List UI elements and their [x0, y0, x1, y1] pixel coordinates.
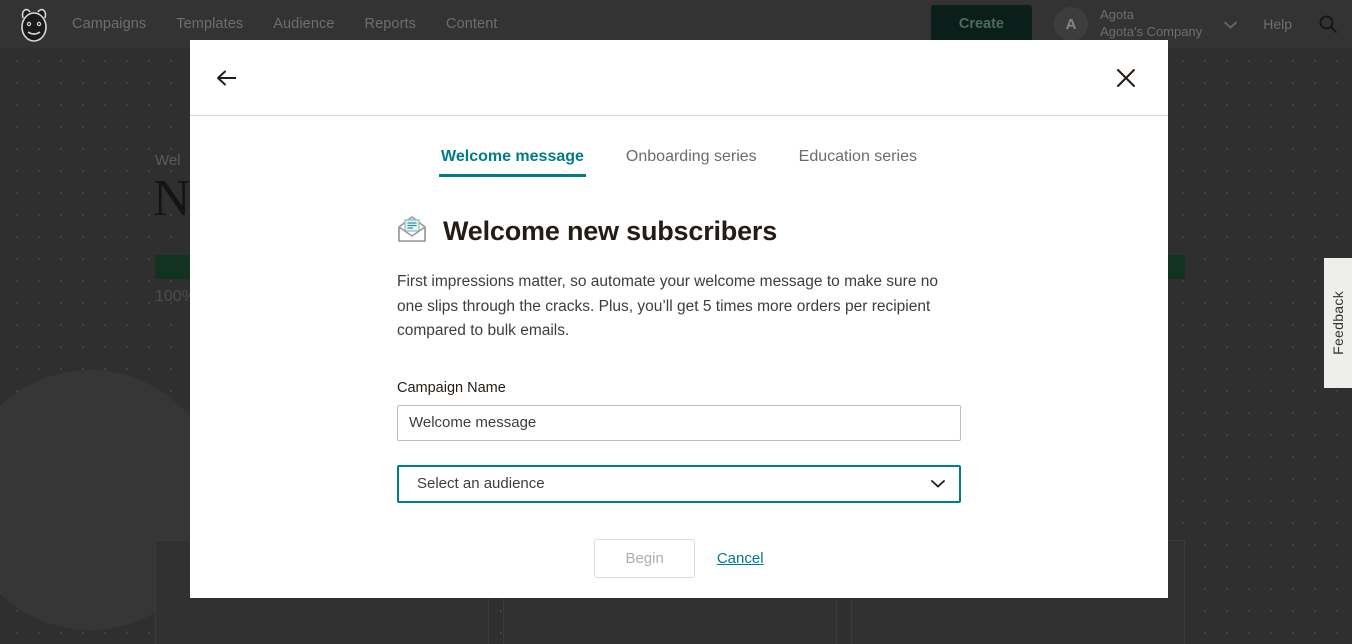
nav-link-templates[interactable]: Templates [176, 16, 243, 32]
audience-select-group: Select an audience [397, 465, 961, 503]
close-icon [1116, 68, 1136, 88]
search-icon[interactable] [1318, 14, 1338, 34]
back-button[interactable] [208, 62, 246, 94]
nav-link-content[interactable]: Content [446, 16, 498, 32]
audience-select-value: Select an audience [417, 475, 545, 492]
modal-tab-list: Welcome message Onboarding series Educat… [190, 144, 1168, 177]
modal-body: Welcome message Onboarding series Educat… [190, 116, 1168, 598]
audience-select[interactable]: Select an audience [397, 465, 961, 503]
campaign-name-field-group: Campaign Name [397, 380, 961, 441]
feedback-tab[interactable]: Feedback [1324, 258, 1352, 388]
begin-button[interactable]: Begin [594, 539, 694, 578]
modal-form: Welcome new subscribers First impression… [397, 215, 961, 578]
modal-description: First impressions matter, so automate yo… [397, 270, 961, 344]
modal-headline-row: Welcome new subscribers [397, 215, 961, 248]
tab-education-series[interactable]: Education series [797, 144, 919, 177]
account-company-name: Agota's Company [1100, 24, 1202, 41]
campaign-name-input[interactable] [397, 405, 961, 441]
account-switcher[interactable]: Agota Agota's Company [1100, 7, 1202, 40]
feedback-tab-label: Feedback [1330, 291, 1346, 355]
nav-link-audience[interactable]: Audience [273, 16, 334, 32]
nav-link-campaigns[interactable]: Campaigns [72, 16, 146, 32]
tab-welcome-message[interactable]: Welcome message [439, 144, 586, 177]
create-button[interactable]: Create [931, 5, 1032, 43]
page-root: Wel N 100% [0, 0, 1352, 644]
primary-nav-links: Campaigns Templates Audience Reports Con… [72, 16, 498, 32]
automation-setup-modal: Welcome message Onboarding series Educat… [190, 40, 1168, 598]
chevron-down-icon[interactable] [1224, 17, 1237, 32]
nav-right-cluster: Create A Agota Agota's Company Help [931, 5, 1338, 43]
cancel-link[interactable]: Cancel [717, 550, 764, 567]
close-button[interactable] [1108, 60, 1144, 96]
arrow-left-icon [216, 70, 238, 86]
mailchimp-freddie-logo[interactable] [14, 4, 54, 44]
background-page-title: N [153, 173, 190, 225]
modal-header [190, 40, 1168, 116]
tab-onboarding-series[interactable]: Onboarding series [624, 144, 759, 177]
avatar[interactable]: A [1054, 7, 1088, 41]
open-envelope-icon [397, 215, 427, 248]
account-user-name: Agota [1100, 7, 1202, 24]
background-eyebrow-text: Wel [155, 152, 181, 169]
campaign-name-label: Campaign Name [397, 380, 961, 396]
help-link[interactable]: Help [1263, 16, 1292, 32]
modal-headline: Welcome new subscribers [443, 216, 777, 247]
modal-actions: Begin Cancel [397, 539, 961, 578]
nav-link-reports[interactable]: Reports [365, 16, 416, 32]
